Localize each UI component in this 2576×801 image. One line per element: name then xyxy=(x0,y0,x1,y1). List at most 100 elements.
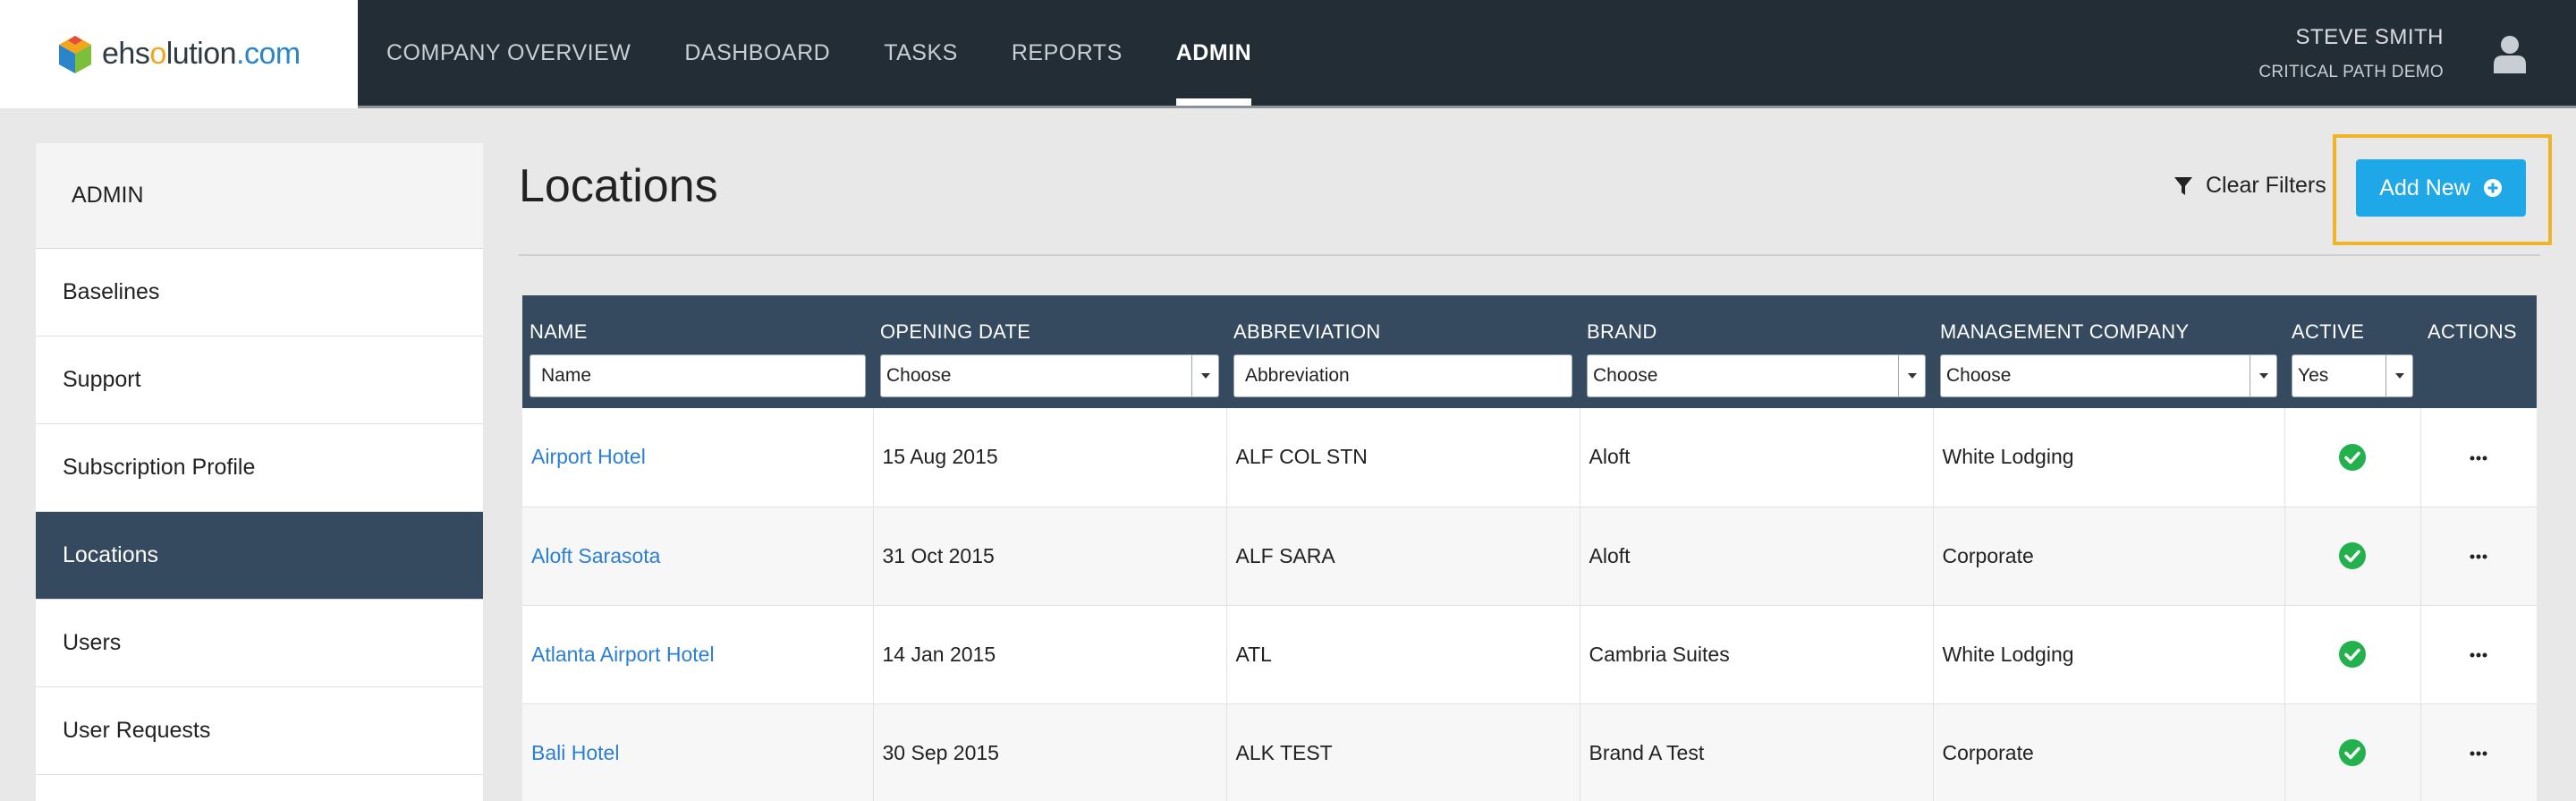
user-name: STEVE SMITH xyxy=(2295,25,2444,49)
sidebar-item-users[interactable]: Users xyxy=(36,600,483,687)
check-circle-icon xyxy=(2339,641,2366,668)
cell-brand: Aloft xyxy=(1580,507,1934,606)
clear-filters-button[interactable]: Clear Filters xyxy=(2174,173,2326,199)
active-filter-select[interactable]: Yes xyxy=(2292,354,2413,397)
cell-abbreviation: ALF COL STN xyxy=(1226,408,1580,507)
cell-abbreviation: ALK TEST xyxy=(1226,703,1580,801)
cell-management-company: Corporate xyxy=(1933,507,2285,606)
admin-sidebar: ADMIN Baselines Support Subscription Pro… xyxy=(36,143,483,801)
column-label: OPENING DATE xyxy=(880,320,1031,343)
table-row: Airport Hotel 15 Aug 2015 ALF COL STN Al… xyxy=(522,408,2537,507)
abbreviation-filter-input[interactable] xyxy=(1233,354,1572,397)
location-link[interactable]: Bali Hotel xyxy=(531,741,619,764)
cube-logo-icon xyxy=(59,35,91,73)
cell-name: Aloft Sarasota xyxy=(522,507,874,606)
locations-table: NAME OPENING DATE Choose ABBREVIATION BR… xyxy=(522,295,2537,801)
select-value: Choose xyxy=(1593,365,1658,386)
cell-name: Airport Hotel xyxy=(522,408,874,507)
column-label: ACTIVE xyxy=(2292,320,2365,343)
more-actions-icon[interactable] xyxy=(2470,652,2487,658)
select-value: Choose xyxy=(886,365,952,386)
user-company: CRITICAL PATH DEMO xyxy=(2258,63,2444,81)
brand-logo[interactable]: ehsolution.com xyxy=(0,0,358,108)
select-value: Yes xyxy=(2298,365,2329,386)
caret-down-icon xyxy=(2250,355,2276,396)
user-info[interactable]: STEVE SMITH CRITICAL PATH DEMO xyxy=(2258,25,2444,82)
nav-company-overview[interactable]: COMPANY OVERVIEW xyxy=(386,0,631,106)
column-header-brand: BRAND Choose xyxy=(1580,295,1933,408)
brand-filter-select[interactable]: Choose xyxy=(1587,354,1926,397)
nav-reports[interactable]: REPORTS xyxy=(1012,0,1123,106)
caret-down-icon xyxy=(2385,355,2412,396)
column-label: BRAND xyxy=(1587,320,1657,343)
location-link[interactable]: Atlanta Airport Hotel xyxy=(531,643,715,666)
location-link[interactable]: Aloft Sarasota xyxy=(531,544,660,567)
cell-abbreviation: ALF SARA xyxy=(1226,507,1580,606)
add-new-button[interactable]: Add New xyxy=(2356,159,2526,217)
cell-active xyxy=(2284,507,2421,606)
cell-actions xyxy=(2420,605,2537,704)
column-header-management-company: MANAGEMENT COMPANY Choose xyxy=(1933,295,2284,408)
column-label: MANAGEMENT COMPANY xyxy=(1940,320,2190,343)
sidebar-item-locations[interactable]: Locations xyxy=(36,512,483,600)
main-nav: COMPANY OVERVIEW DASHBOARD TASKS REPORTS… xyxy=(358,0,1305,106)
cell-actions xyxy=(2420,507,2537,606)
filter-icon xyxy=(2174,176,2192,195)
column-header-active: ACTIVE Yes xyxy=(2284,295,2420,408)
caret-down-icon xyxy=(1898,355,1925,396)
column-header-name: NAME xyxy=(522,295,873,408)
location-link[interactable]: Airport Hotel xyxy=(531,445,646,468)
cell-opening-date: 14 Jan 2015 xyxy=(873,605,1227,704)
add-new-label: Add New xyxy=(2379,175,2470,200)
name-filter-input[interactable] xyxy=(530,354,866,397)
clear-filters-label: Clear Filters xyxy=(2206,173,2326,198)
cell-opening-date: 31 Oct 2015 xyxy=(873,507,1227,606)
opening-date-filter-select[interactable]: Choose xyxy=(880,354,1219,397)
cell-management-company: Corporate xyxy=(1933,703,2285,801)
cell-brand: Brand A Test xyxy=(1580,703,1934,801)
table-header: NAME OPENING DATE Choose ABBREVIATION BR… xyxy=(522,295,2537,408)
table-body: Airport Hotel 15 Aug 2015 ALF COL STN Al… xyxy=(522,408,2537,801)
nav-admin[interactable]: ADMIN xyxy=(1175,0,1252,106)
more-actions-icon[interactable] xyxy=(2470,554,2487,559)
check-circle-icon xyxy=(2339,443,2366,471)
table-row: Atlanta Airport Hotel 14 Jan 2015 ATL Ca… xyxy=(522,605,2537,704)
check-circle-icon xyxy=(2339,542,2366,569)
user-avatar-icon[interactable] xyxy=(2492,34,2528,73)
locations-table-container: NAME OPENING DATE Choose ABBREVIATION BR… xyxy=(522,295,2537,801)
cell-active xyxy=(2284,408,2421,507)
sidebar-item-user-requests[interactable]: User Requests xyxy=(36,687,483,775)
more-actions-icon[interactable] xyxy=(2470,751,2487,756)
sidebar-item-subscription-profile[interactable]: Subscription Profile xyxy=(36,424,483,512)
nav-tasks[interactable]: TASKS xyxy=(884,0,958,106)
cell-actions xyxy=(2420,703,2537,801)
header-row: NAME OPENING DATE Choose ABBREVIATION BR… xyxy=(522,295,2537,408)
column-label: ABBREVIATION xyxy=(1233,320,1381,343)
cell-active xyxy=(2284,703,2421,801)
top-navigation-bar: ehsolution.com COMPANY OVERVIEW DASHBOAR… xyxy=(0,0,2576,108)
management-company-filter-select[interactable]: Choose xyxy=(1940,354,2277,397)
select-value: Choose xyxy=(1946,365,2012,386)
add-new-highlight: Add New xyxy=(2333,134,2552,245)
cell-brand: Cambria Suites xyxy=(1580,605,1934,704)
nav-dashboard[interactable]: DASHBOARD xyxy=(684,0,830,106)
brand-wordmark: ehsolution.com xyxy=(102,37,301,72)
column-label: NAME xyxy=(530,320,588,343)
cell-name: Bali Hotel xyxy=(522,703,874,801)
column-label: ACTIONS xyxy=(2428,320,2517,343)
column-header-abbreviation: ABBREVIATION xyxy=(1226,295,1580,408)
cell-brand: Aloft xyxy=(1580,408,1934,507)
plus-circle-icon xyxy=(2483,179,2502,197)
sidebar-item-baselines[interactable]: Baselines xyxy=(36,249,483,337)
header-divider xyxy=(519,254,2540,256)
wordmark-part: .com xyxy=(236,37,301,71)
column-header-opening-date: OPENING DATE Choose xyxy=(873,295,1226,408)
sidebar-item-support[interactable]: Support xyxy=(36,337,483,424)
check-circle-icon xyxy=(2339,739,2366,766)
more-actions-icon[interactable] xyxy=(2470,456,2487,461)
wordmark-part: o xyxy=(149,37,166,71)
sidebar-title: ADMIN xyxy=(36,143,483,249)
cell-management-company: White Lodging xyxy=(1933,605,2285,704)
cell-actions xyxy=(2420,408,2537,507)
cell-opening-date: 15 Aug 2015 xyxy=(873,408,1227,507)
